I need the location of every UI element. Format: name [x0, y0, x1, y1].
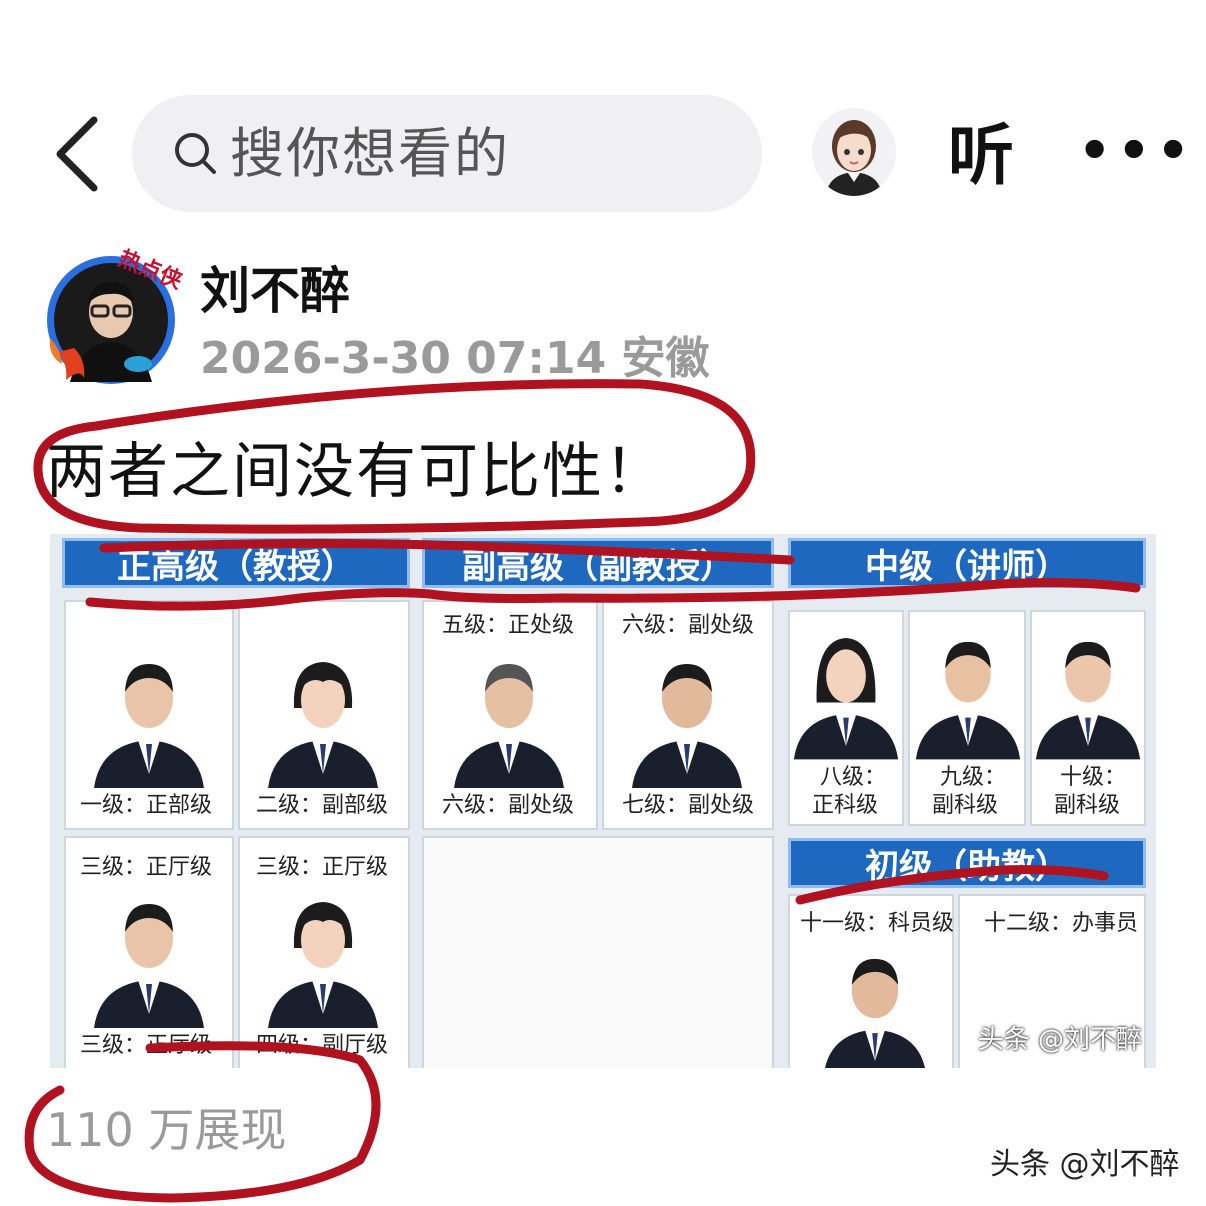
label: 五级：正处级 [442, 613, 575, 638]
portrait-icon [268, 902, 378, 1028]
assistant-avatar-icon[interactable] [812, 108, 896, 196]
portrait-icon [632, 664, 742, 788]
label: 十级： [1060, 765, 1127, 790]
label: 副科级 [932, 793, 999, 818]
back-arrow-icon[interactable] [50, 112, 110, 196]
header-intermediate: 中级（讲师） [788, 538, 1146, 588]
label: 三级：正厅级 [80, 855, 213, 880]
label: 十一级：科员级 [800, 911, 955, 936]
label: 六级：副处级 [442, 793, 575, 818]
portrait-icon [94, 904, 204, 1028]
portrait-icon [94, 664, 204, 788]
label: 二级：副部级 [256, 793, 389, 818]
label: 三级：正厅级 [256, 855, 389, 880]
label: 正科级 [812, 793, 879, 818]
cell-empty [422, 836, 774, 1068]
author-name[interactable]: 刘不醉 [200, 258, 350, 324]
view-count: 110 万展现 [46, 1103, 287, 1157]
header-associate: 副高级（副教授） [422, 538, 774, 588]
post-meta: 2026-3-30 07:14 安徽 [200, 333, 710, 384]
label: 六级：副处级 [622, 613, 755, 638]
header-senior: 正高级（教授） [62, 538, 410, 588]
portrait-icon [825, 958, 925, 1068]
post-text: 两者之间没有可比性！ [46, 437, 666, 507]
search-icon [175, 133, 216, 174]
header-junior: 初级（助教） [788, 838, 1146, 888]
label: 四级：副厅级 [256, 1033, 389, 1058]
portrait-icon [1035, 641, 1141, 760]
portrait-icon [454, 664, 564, 788]
image-watermark: 头条 @刘不醉 [977, 1025, 1142, 1055]
label: 十二级：办事员 [984, 911, 1139, 936]
portrait-icon [915, 641, 1021, 760]
page-watermark: 头条 @刘不醉 [990, 1147, 1180, 1182]
post-image[interactable]: 正高级（教授） 副高级（副教授） 中级（讲师） 初级（助教） 一级：正部级 二级… [50, 534, 1156, 1068]
label: 七级：副处级 [622, 793, 755, 818]
portrait-icon [793, 638, 899, 760]
label: 三级：正厅级 [80, 1033, 213, 1058]
label: 一级：正部级 [80, 793, 213, 818]
label: 八级： [820, 765, 887, 790]
more-menu-button[interactable]: ••• [1078, 125, 1196, 177]
label: 副科级 [1054, 793, 1121, 818]
label: 九级： [940, 765, 1007, 790]
search-placeholder: 搜你想看的 [230, 122, 510, 185]
listen-button[interactable]: 听 [948, 116, 1014, 196]
portrait-icon [268, 662, 378, 788]
